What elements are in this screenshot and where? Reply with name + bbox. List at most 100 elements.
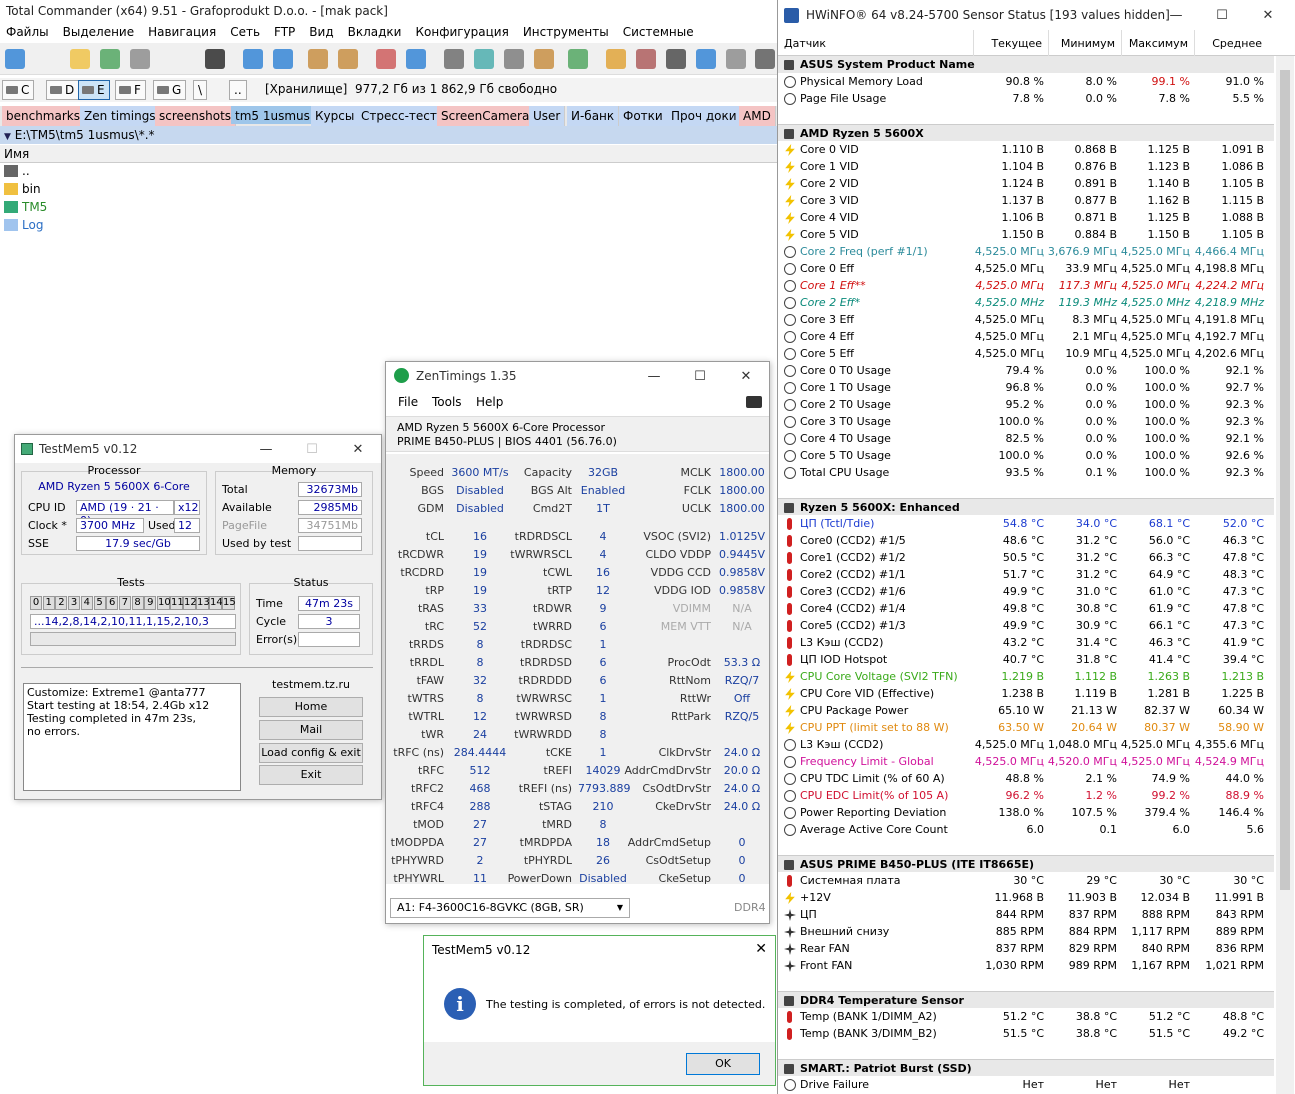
toolbar-icon[interactable] [205, 49, 225, 69]
sensor-row[interactable]: Average Active Core Count 6.0 0.1 6.0 5.6 [778, 821, 1274, 838]
folder-tab[interactable]: Zen timings [80, 106, 161, 126]
toolbar-icon[interactable] [406, 49, 426, 69]
col-min[interactable]: Минимум [1061, 37, 1115, 50]
menu-tools[interactable]: Tools [432, 390, 462, 414]
ok-button[interactable]: OK [686, 1053, 760, 1075]
menu-item[interactable]: Инструменты [523, 25, 609, 39]
drive-button[interactable]: E [78, 80, 110, 100]
drive-button[interactable]: F [115, 80, 146, 100]
sensor-row[interactable]: Core0 (CCD2) #1/5 48.6 °C 31.2 °C 56.0 °C 46… [778, 532, 1274, 549]
toolbar-icon[interactable] [444, 49, 464, 69]
folder-tab[interactable]: ScreenCamera [437, 106, 535, 126]
sensor-row[interactable]: Rear FAN 837 RPM 829 RPM 840 RPM 836 RPM [778, 940, 1274, 957]
scrollbar-thumb[interactable] [1280, 70, 1290, 890]
sensor-row[interactable]: Core 1 Eff** 4,525.0 МГц 117.3 МГц 4,525.0 … [778, 277, 1274, 294]
sensor-row[interactable]: Core 4 VID 1.106 В 0.871 В 1.125 В 1.088 В [778, 209, 1274, 226]
close-button[interactable]: ✕ [723, 363, 769, 391]
menu-item[interactable]: Файлы [6, 25, 49, 39]
maximize-button[interactable]: ☐ [289, 436, 335, 464]
sensor-row[interactable]: Core 5 VID 1.150 В 0.884 В 1.150 В 1.105 В [778, 226, 1274, 243]
maximize-button[interactable]: ☐ [1199, 1, 1245, 31]
toolbar-icon[interactable] [243, 49, 263, 69]
column-header-name[interactable]: Имя [0, 145, 777, 163]
folder-tab[interactable]: Курсы [311, 106, 360, 126]
toolbar-icon[interactable] [474, 49, 494, 69]
sensor-row[interactable]: CPU EDC Limit(% of 105 A) 96.2 % 1.2 % 99.2… [778, 787, 1274, 804]
toolbar-icon[interactable] [755, 49, 775, 69]
folder-tab[interactable]: Фотки [619, 106, 668, 126]
sensor-row[interactable]: Core 3 Eff 4,525.0 МГц 8.3 МГц 4,525.0 МГц 4… [778, 311, 1274, 328]
sensor-row[interactable]: Page File Usage 7.8 % 0.0 % 7.8 % 5.5 % [778, 90, 1274, 107]
drive-button[interactable]: .. [229, 80, 247, 100]
log-box[interactable]: Customize: Extreme1 @anta777 Start testi… [23, 683, 241, 791]
menu-file[interactable]: File [398, 390, 418, 414]
sensor-row[interactable]: Core 0 T0 Usage 79.4 % 0.0 % 100.0 % 92.1 % [778, 362, 1274, 379]
sensor-row[interactable]: ЦП IOD Hotspot 40.7 °C 31.8 °C 41.4 °C 39.4 … [778, 651, 1274, 668]
close-button[interactable]: ✕ [335, 436, 381, 464]
sensor-row[interactable]: Core 0 Eff 4,525.0 МГц 33.9 МГц 4,525.0 МГц… [778, 260, 1274, 277]
col-sensor[interactable]: Датчик [784, 37, 826, 50]
sensor-row[interactable]: Core2 (CCD2) #1/1 51.7 °C 31.2 °C 64.9 °C 48… [778, 566, 1274, 583]
mail-button[interactable]: Mail [259, 720, 363, 740]
load-config-button[interactable]: Load config & exit [259, 743, 363, 763]
sensor-row[interactable]: CPU Package Power 65.10 W 21.13 W 82.37 W 60… [778, 702, 1274, 719]
sensor-group-header[interactable]: AMD Ryzen 5 5600X [778, 124, 1274, 141]
sensor-row[interactable]: ЦП 844 RPM 837 RPM 888 RPM 843 RPM [778, 906, 1274, 923]
file-row[interactable]: TM5 [0, 198, 777, 216]
sensor-row[interactable]: Core 0 VID 1.110 В 0.868 В 1.125 В 1.091 В [778, 141, 1274, 158]
toolbar-icon[interactable] [130, 49, 150, 69]
sensor-row[interactable]: L3 Кэш (CCD2) 43.2 °C 31.4 °C 46.3 °C 41.9 °… [778, 634, 1274, 651]
sensor-row[interactable]: Core 2 Freq (perf #1/1) 4,525.0 МГц 3,676.… [778, 243, 1274, 260]
camera-icon[interactable] [746, 396, 762, 408]
minimize-button[interactable]: — [1153, 1, 1199, 31]
folder-tab[interactable]: benchmarks [2, 106, 85, 126]
toolbar-icon[interactable] [338, 49, 358, 69]
sensor-row[interactable]: Core 5 Eff 4,525.0 МГц 10.9 МГц 4,525.0 МГц… [778, 345, 1274, 362]
toolbar-icon[interactable] [636, 49, 656, 69]
sensor-row[interactable]: Core 3 T0 Usage 100.0 % 0.0 % 100.0 % 92.3 % [778, 413, 1274, 430]
sensor-row[interactable]: ЦП (Tctl/Tdie) 54.8 °C 34.0 °C 68.1 °C 52.0 … [778, 515, 1274, 532]
menu-item[interactable]: Выделение [63, 25, 134, 39]
sensor-row[interactable]: Core1 (CCD2) #1/2 50.5 °C 31.2 °C 66.3 °C 47… [778, 549, 1274, 566]
col-max[interactable]: Максимум [1129, 37, 1188, 50]
folder-tab[interactable]: Стресс-тест [357, 106, 442, 126]
toolbar-icon[interactable] [568, 49, 588, 69]
exit-button[interactable]: Exit [259, 765, 363, 785]
sensor-group-header[interactable]: Ryzen 5 5600X: Enhanced [778, 498, 1274, 515]
folder-tab[interactable]: Проч доки [667, 106, 742, 126]
sensor-row[interactable]: Temp (BANK 3/DIMM_B2) 51.5 °C 38.8 °C 51.5 … [778, 1025, 1274, 1042]
drive-button[interactable]: C [2, 80, 35, 100]
close-button[interactable]: ✕ [755, 941, 767, 957]
drive-button[interactable]: \ [193, 80, 208, 100]
toolbar-icon[interactable] [376, 49, 396, 69]
toolbar-icon[interactable] [534, 49, 554, 69]
sensor-row[interactable]: Core 3 VID 1.137 В 0.877 В 1.162 В 1.115 В [778, 192, 1274, 209]
sensor-row[interactable]: L3 Кэш (CCD2) 4,525.0 МГц 1,048.0 МГц 4,525… [778, 736, 1274, 753]
toolbar-icon[interactable] [696, 49, 716, 69]
close-button[interactable]: ✕ [1245, 1, 1291, 31]
sensor-row[interactable]: Core 2 Eff* 4,525.0 MHz 119.3 MHz 4,525.0 M… [778, 294, 1274, 311]
toolbar-icon[interactable] [5, 49, 25, 69]
col-avg[interactable]: Среднее [1212, 37, 1262, 50]
minimize-button[interactable]: — [631, 363, 677, 391]
sensor-group-header[interactable]: DDR4 Temperature Sensor [778, 991, 1274, 1008]
sensor-group-header[interactable]: ASUS System Product Name [778, 56, 1274, 73]
maximize-button[interactable]: ☐ [677, 363, 723, 391]
sensor-row[interactable]: CPU Core Voltage (SVI2 TFN) 1.219 В 1.112 … [778, 668, 1274, 685]
sensor-row[interactable]: Core4 (CCD2) #1/4 49.8 °C 30.8 °C 61.9 °C 47… [778, 600, 1274, 617]
toolbar-icon[interactable] [726, 49, 746, 69]
sensor-row[interactable]: Total CPU Usage 93.5 % 0.1 % 100.0 % 92.3 % [778, 464, 1274, 481]
sensor-row[interactable]: Core 5 T0 Usage 100.0 % 0.0 % 100.0 % 92.6 % [778, 447, 1274, 464]
sensor-row[interactable]: Core 1 VID 1.104 В 0.876 В 1.123 В 1.086 В [778, 158, 1274, 175]
toolbar-icon[interactable] [308, 49, 328, 69]
sensor-row[interactable]: Core 4 Eff 4,525.0 МГц 2.1 МГц 4,525.0 МГц 4… [778, 328, 1274, 345]
tc-path[interactable]: ▼ E:\TM5\tm5 1usmus\*.* [0, 126, 777, 144]
toolbar-icon[interactable] [504, 49, 524, 69]
sensor-row[interactable]: Temp (BANK 1/DIMM_A2) 51.2 °C 38.8 °C 51.2 … [778, 1008, 1274, 1025]
folder-tab[interactable]: User [529, 106, 566, 126]
sensor-row[interactable]: Drive Failure Нет Нет Нет [778, 1076, 1274, 1093]
toolbar-icon[interactable] [100, 49, 120, 69]
sensor-row[interactable]: Core 2 T0 Usage 95.2 % 0.0 % 100.0 % 92.3 % [778, 396, 1274, 413]
minimize-button[interactable]: — [243, 436, 289, 464]
menu-item[interactable]: Навигация [148, 25, 216, 39]
